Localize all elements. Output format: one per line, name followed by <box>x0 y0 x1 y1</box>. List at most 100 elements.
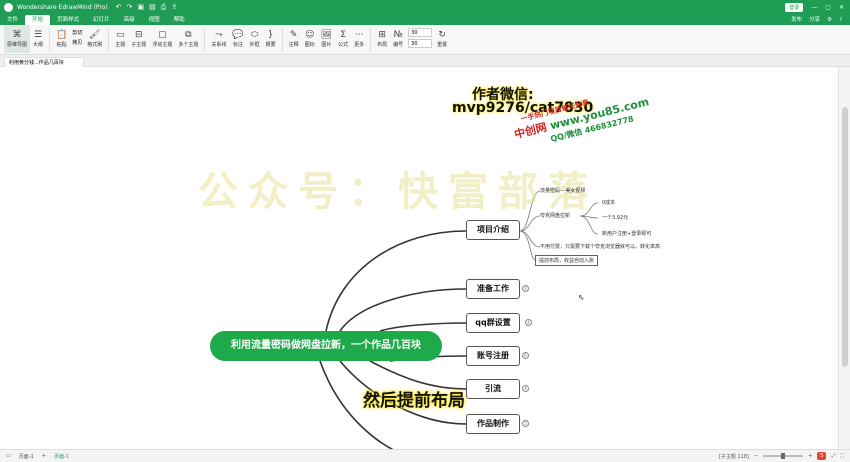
ribbon-divider <box>281 28 283 52</box>
topic-preparation[interactable]: 准备工作 <box>466 279 520 299</box>
fit-page-icon[interactable]: ⤢ <box>831 453 835 459</box>
page-selector[interactable]: 页面-1 <box>19 453 34 460</box>
note-button[interactable]: ✎ 注释 <box>286 25 302 53</box>
minimize-icon[interactable]: — <box>811 4 817 11</box>
menu-tab-file[interactable]: 文件 <box>0 15 25 25</box>
outline-view-button[interactable]: ☰ 大纲 <box>30 25 46 53</box>
subtopic-icon: ⊟ <box>135 30 143 40</box>
layout-button[interactable]: ⊞ 布局 <box>374 25 390 53</box>
save-icon[interactable]: ▣ <box>138 3 145 12</box>
print-icon[interactable]: ⎙ <box>161 3 167 12</box>
subtopic-count: [子主题 118] <box>718 453 749 460</box>
subtopic[interactable]: 夸克网盘拉新 <box>540 212 570 219</box>
redo-icon[interactable]: ↷ <box>127 3 133 12</box>
more-icon: ⋯ <box>354 30 364 40</box>
topic-button[interactable]: ▭ 主题 <box>112 25 128 53</box>
page-nav-icon[interactable]: ▭ <box>6 453 11 459</box>
connector-qq <box>379 322 467 332</box>
collapse-count-badge[interactable]: 4 <box>525 319 532 326</box>
connector-traffic <box>369 360 467 390</box>
brush-icon: 🖌 <box>89 30 101 40</box>
mindmap-view-button[interactable]: ⌘ 思维导图 <box>4 25 31 53</box>
floating-topic-button[interactable]: ▢ 浮动主题 <box>149 25 175 53</box>
image-icon: 🖼 <box>320 30 333 40</box>
callout-button[interactable]: 💬 标注 <box>229 25 246 53</box>
subtopic-button[interactable]: ⊟ 子主题 <box>128 25 149 53</box>
topic-production[interactable]: 作品制作 <box>466 414 520 434</box>
mindmap-canvas[interactable]: 公众号：快富部落 作者微信: mvp9276/cat7830 一手热门项目每天分… <box>0 67 838 449</box>
document-tab[interactable]: 利用黄分钱...作品几百块 <box>4 57 84 67</box>
boundary-button[interactable]: ⬭ 外框 <box>247 25 263 53</box>
undo-icon[interactable]: ↶ <box>116 3 122 12</box>
maximize-icon[interactable]: ▢ <box>825 4 831 11</box>
outline-icon: ☰ <box>33 30 43 40</box>
collapse-count-badge[interactable]: 6 <box>522 352 529 359</box>
add-page-icon[interactable]: + <box>42 453 46 459</box>
menu-tab-slides[interactable]: 幻灯片 <box>86 15 117 25</box>
menu-tab-view[interactable]: 视图 <box>142 15 167 25</box>
menu-bar: 文件 开始 页面样式 幻灯片 高级 视图 帮助 发布 分享 ⚙ ? <box>0 14 850 25</box>
video-caption: 然后提前布局 <box>363 391 465 411</box>
subtopic-selected[interactable]: 提前布局，收益自动入账 <box>535 255 599 266</box>
fullscreen-icon[interactable]: ⛶ <box>840 453 844 459</box>
page-tab[interactable]: 页面-1 <box>54 453 69 460</box>
reset-button[interactable]: ↻ 重置 <box>434 25 450 53</box>
mark-button[interactable]: ☺ 图标 <box>302 25 318 53</box>
topic-account-register[interactable]: 账号注册 <box>466 346 520 366</box>
connector-project <box>325 230 467 332</box>
share-button[interactable]: 分享 <box>809 15 820 25</box>
relation-button[interactable]: ⤳ 关系线 <box>208 25 229 53</box>
root-topic[interactable]: 利用流量密码做网盘拉新，一个作品几百块 <box>210 331 442 361</box>
menu-tab-help[interactable]: 帮助 <box>167 15 192 25</box>
open-icon[interactable]: ▤ <box>149 3 156 12</box>
publish-button[interactable]: 发布 <box>791 15 802 25</box>
login-button[interactable]: 登录 <box>785 2 804 12</box>
subtopic[interactable]: 一个3.92元 <box>602 214 628 221</box>
copy-button[interactable]: 拷贝 <box>72 39 82 46</box>
paste-button[interactable]: 📋 粘贴 <box>53 25 70 53</box>
menu-tab-page-style[interactable]: 页面样式 <box>50 15 86 25</box>
export-icon[interactable]: ⇪ <box>171 3 177 12</box>
status-bar: ▭ 页面-1 + 页面-1 [子主题 118] − + 5 ⤢ ⛶ <box>0 449 850 462</box>
topic-project-intro[interactable]: 项目介绍 <box>466 220 520 240</box>
input-method-badge: 5 <box>817 452 827 460</box>
zoom-in-icon[interactable]: + <box>808 453 812 459</box>
scrollbar-thumb[interactable] <box>842 107 848 367</box>
menu-tab-advanced[interactable]: 高级 <box>117 15 142 25</box>
settings-icon[interactable]: ⚙ <box>827 15 832 25</box>
cut-button[interactable]: 剪切 <box>72 29 82 36</box>
image-button[interactable]: 🖼 图片 <box>318 25 335 53</box>
topic-traffic[interactable]: 引流 <box>466 379 520 399</box>
subtopic[interactable]: 流量密码---美女视频 <box>540 187 585 194</box>
mindmap-icon: ⌘ <box>12 30 22 40</box>
summary-button[interactable]: } 概要 <box>263 25 279 53</box>
multi-topic-button[interactable]: ⧉ 多个主题 <box>175 25 201 53</box>
zoom-out-icon[interactable]: − <box>754 453 758 459</box>
formula-button[interactable]: Σ 公式 <box>335 25 351 53</box>
subtopic[interactable]: 新用户注册+登录即可 <box>602 230 651 237</box>
menu-tab-home[interactable]: 开始 <box>25 15 51 25</box>
collapse-count-badge[interactable]: 4 <box>522 285 529 292</box>
note-icon: ✎ <box>289 30 298 40</box>
numbering-button[interactable]: № 编号 <box>390 25 406 53</box>
more-button[interactable]: ⋯ 更多 <box>351 25 367 53</box>
zoom-slider-knob[interactable] <box>781 453 786 459</box>
app-logo-icon <box>4 2 13 12</box>
zoom-slider[interactable] <box>763 453 804 459</box>
summary-icon: } <box>267 30 274 40</box>
subtopic[interactable]: 0成本 <box>602 199 615 206</box>
close-icon[interactable]: ✕ <box>839 4 844 11</box>
paste-icon: 📋 <box>56 30 68 40</box>
connector-sub <box>579 215 599 235</box>
numbering-icon: № <box>393 30 403 40</box>
horizontal-spacing-input[interactable]: 30 <box>408 28 433 37</box>
collapse-count-badge[interactable]: 5 <box>522 420 529 427</box>
subtopic[interactable]: 不用付费，只需要下载个夸克浏览器就可以。转化率高 <box>540 243 660 250</box>
collapse-count-badge[interactable]: 4 <box>522 385 529 392</box>
help-icon[interactable]: ? <box>839 15 842 25</box>
format-painter-button[interactable]: 🖌 格式刷 <box>84 25 105 53</box>
ribbon-divider <box>49 28 51 52</box>
topic-qq-group[interactable]: qq群设置 <box>466 313 520 333</box>
vertical-spacing-input[interactable]: 30 <box>408 39 433 48</box>
vertical-scrollbar[interactable] <box>838 67 850 449</box>
